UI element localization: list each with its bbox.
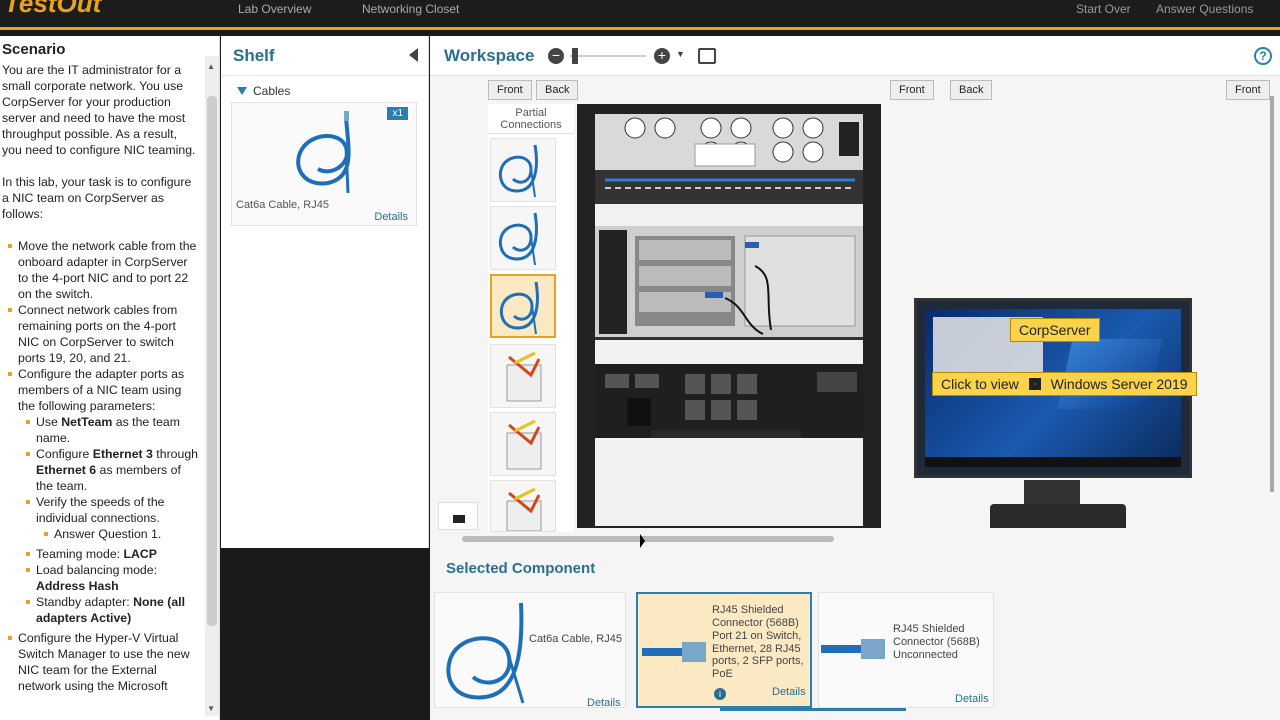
switch-ports-graphic [595, 117, 863, 204]
fit-screen-icon[interactable] [698, 48, 716, 64]
partial-power-slot[interactable] [490, 344, 556, 408]
shelf-details-link[interactable]: Details [374, 211, 408, 223]
zoom-slider-thumb[interactable] [572, 48, 578, 64]
windows-logo-icon [1028, 378, 1041, 390]
monitor-back-button[interactable]: Back [950, 80, 993, 100]
monitor-stand [1024, 480, 1080, 504]
partial-cable-slot[interactable] [490, 206, 556, 270]
rj45-connector-icon [642, 642, 706, 662]
expand-triangle-icon [237, 87, 247, 95]
connector-details-link[interactable]: Details [955, 693, 989, 705]
cable-icon [446, 602, 525, 704]
tab-networking-closet[interactable]: Networking Closet [362, 2, 459, 16]
ups-outlets-graphic [605, 372, 857, 438]
help-icon[interactable]: ? [1254, 47, 1272, 65]
rj45-connector-icon [821, 639, 885, 659]
selected-cable-details[interactable]: Details [587, 697, 621, 709]
scenario-panel: Scenario You are the IT administrator fo… [0, 36, 220, 720]
monitor-stand-base [990, 504, 1126, 528]
sub-item: Standby adapter: None (all adapters Acti… [26, 594, 200, 626]
cable-icon [498, 144, 538, 198]
workspace-title: Workspace [444, 46, 535, 65]
scenario-intro: You are the IT administrator for a small… [2, 63, 196, 157]
cable-icon [296, 111, 351, 194]
sub-item: Configure Ethernet 3 through Ethernet 6 … [26, 447, 199, 493]
task-item: Move the network cable from the onboard … [8, 238, 200, 302]
partial-cable-slot[interactable] [490, 138, 556, 202]
carousel-indicator[interactable] [720, 708, 906, 711]
task-list: Move the network cable from the onboard … [2, 238, 200, 694]
rack-front-button[interactable]: Front [488, 80, 532, 100]
connector-name: RJ45 Shielded Connector (568B) [712, 604, 799, 629]
zoom-slider[interactable] [570, 55, 646, 57]
testout-logo: TestOut [4, 0, 102, 18]
partial-connections-panel: Partial Connections [488, 104, 574, 532]
task-item: Connect network cables from remaining po… [8, 302, 200, 366]
scenario-task: In this lab, your task is to configure a… [2, 175, 192, 221]
selected-cable-card[interactable]: Cat6a Cable, RJ45 Details [434, 592, 626, 709]
workspace-horizontal-scrollbar[interactable] [462, 536, 834, 542]
cable-icon [499, 281, 539, 335]
selected-cable-name: Cat6a Cable, RJ45 [529, 633, 622, 645]
answer-questions-button[interactable]: Answer Questions [1156, 2, 1253, 16]
corpserver-label[interactable]: CorpServer [1010, 318, 1100, 342]
task-item: Configure the adapter ports as members o… [8, 367, 200, 626]
zoom-out-icon[interactable]: − [548, 48, 564, 64]
power-cable-icon [506, 419, 542, 470]
connector-status: Unconnected [893, 649, 958, 661]
server-rack[interactable] [577, 104, 881, 528]
click-to-view-button[interactable]: Click to view Windows Server 2019 [932, 372, 1197, 396]
monitor-front-button[interactable]: Front [890, 80, 934, 100]
rack-back-button[interactable]: Back [536, 80, 579, 100]
sub-item: Use NetTeam as the team name. [26, 414, 200, 446]
ups-unit[interactable] [595, 364, 863, 438]
corpserver-unit[interactable] [595, 226, 863, 340]
selected-connector-card[interactable]: RJ45 Shielded Connector (568B) Unconnect… [818, 592, 994, 708]
selected-connector-card-active[interactable]: RJ45 Shielded Connector (568B) Port 21 o… [636, 592, 812, 708]
power-cable-icon [506, 487, 542, 532]
shelf-item-cable[interactable]: x1 Cat6a Cable, RJ45 Details [231, 102, 417, 226]
collapse-shelf-icon[interactable] [409, 48, 418, 62]
task-item: Configure the Hyper-V Virtual Switch Man… [8, 630, 200, 694]
partial-connections-label: Partial Connections [488, 104, 574, 134]
scroll-down-icon[interactable]: ▼ [207, 704, 215, 713]
scenario-scrollbar[interactable] [205, 56, 219, 716]
partial-power-slot[interactable] [490, 480, 556, 532]
server-back-graphic [599, 230, 856, 335]
tab-lab-overview[interactable]: Lab Overview [238, 2, 311, 16]
sub-sub-item: Answer Question 1. [44, 526, 200, 542]
cable-icon [498, 212, 538, 266]
quantity-badge: x1 [387, 107, 408, 120]
sub-item: Teaming mode: LACP [26, 546, 200, 562]
info-icon[interactable]: i [714, 688, 726, 700]
connector-port-info: Port 21 on Switch, Ethernet, 28 RJ45 por… [712, 630, 804, 680]
sub-item: Verify the speeds of the individual conn… [26, 494, 200, 542]
selected-component-panel: Selected Component Cat6a Cable, RJ45 Det… [430, 548, 1280, 720]
next-front-button[interactable]: Front [1226, 80, 1270, 100]
wall-port-icon[interactable] [438, 502, 478, 530]
zoom-in-icon[interactable]: + [654, 48, 670, 64]
workspace-panel: Workspace − + ▼ ? Front Back Front Back … [430, 36, 1280, 548]
shelf-title: Shelf [233, 46, 275, 65]
partial-power-slot[interactable] [490, 412, 556, 476]
sub-item: Load balancing mode: Address Hash [26, 562, 200, 594]
connector-name: RJ45 Shielded Connector (568B) [893, 623, 980, 648]
partial-cable-slot-selected[interactable] [490, 274, 556, 338]
switch-unit[interactable] [595, 114, 863, 204]
start-over-button[interactable]: Start Over [1076, 2, 1131, 16]
shelf-panel: Shelf Cables x1 Cat6a Cable, RJ45 Detail… [221, 36, 429, 548]
connector-details-link[interactable]: Details [772, 686, 806, 698]
scenario-title: Scenario [2, 41, 66, 58]
shelf-item-name: Cat6a Cable, RJ45 [236, 199, 329, 211]
mouse-cursor-icon [640, 534, 645, 548]
scroll-up-icon[interactable]: ▲ [207, 62, 215, 71]
workspace-vertical-scrollbar[interactable] [1270, 96, 1274, 492]
power-cable-icon [506, 351, 542, 402]
selected-component-title: Selected Component [446, 560, 596, 577]
top-bar: TestOut Lab Overview Networking Closet S… [0, 0, 1280, 30]
zoom-dropdown-icon[interactable]: ▼ [676, 49, 685, 59]
